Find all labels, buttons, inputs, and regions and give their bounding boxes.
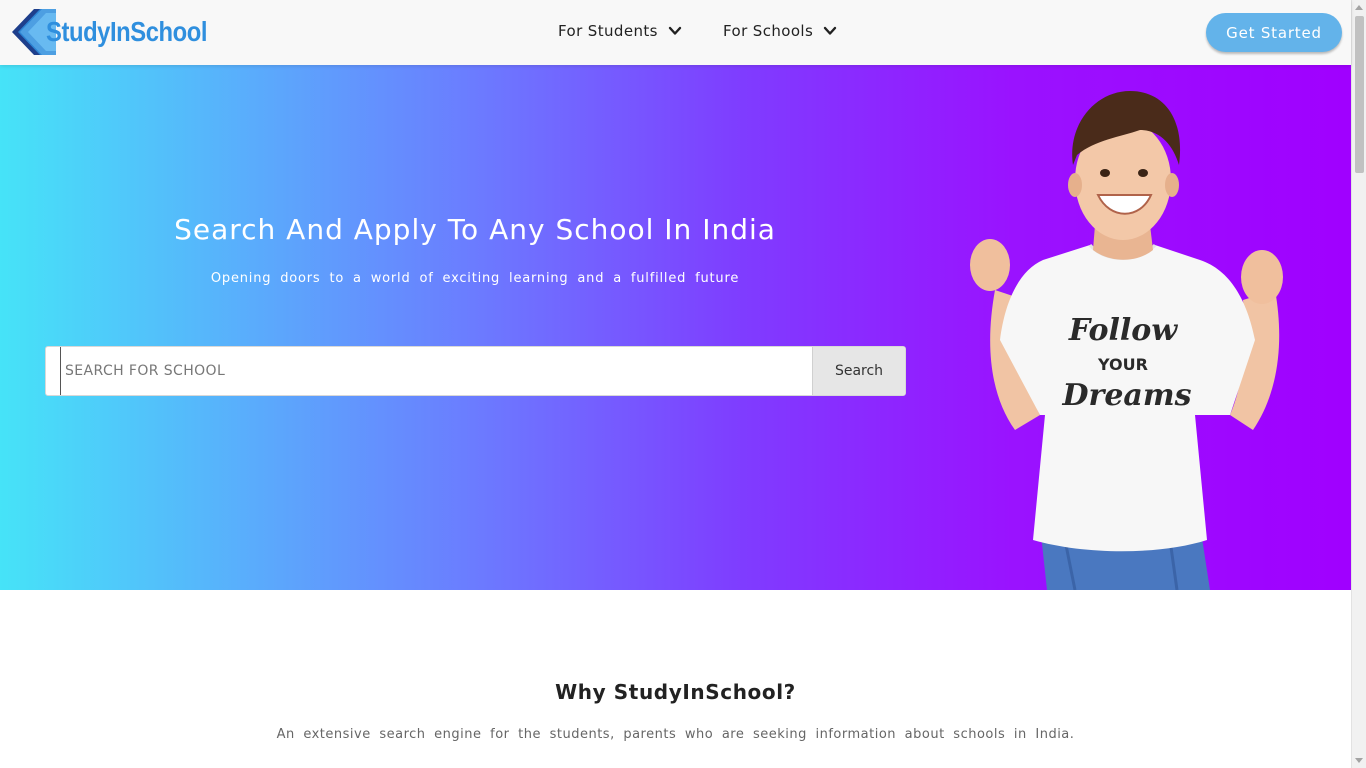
nav-for-students-label: For Students (558, 22, 658, 40)
why-section-title: Why StudyInSchool? (555, 680, 796, 704)
scroll-down-arrow-icon[interactable] (1355, 758, 1363, 763)
logo-text: StudyInSchool (46, 16, 208, 47)
search-button[interactable]: Search (812, 347, 905, 395)
school-search-bar: Search (45, 346, 906, 396)
boy-celebrating-icon: Follow YOUR Dreams (970, 91, 1283, 590)
hero-section: Search And Apply To Any School In India … (0, 65, 1351, 590)
school-search-input[interactable] (60, 347, 812, 395)
scroll-thumb[interactable] (1355, 16, 1364, 173)
scroll-up-arrow-icon[interactable] (1355, 5, 1363, 10)
shirt-text-follow: Follow (1068, 313, 1178, 348)
nav-for-schools-label: For Schools (723, 22, 814, 40)
shirt-text-your: YOUR (1097, 355, 1148, 374)
shirt-text-dreams: Dreams (1062, 378, 1192, 413)
hero-subtitle: Opening doors to a world of exciting lea… (210, 271, 740, 286)
why-section-text: An extensive search engine for the stude… (276, 727, 1075, 742)
site-header: StudyInSchool For Students For Schools G… (0, 0, 1351, 65)
nav-for-schools[interactable]: For Schools (723, 22, 837, 40)
page-scrollbar[interactable] (1351, 0, 1366, 768)
chevron-down-icon (824, 26, 837, 35)
get-started-button[interactable]: Get Started (1206, 13, 1342, 52)
logo[interactable]: StudyInSchool (10, 7, 236, 57)
chevron-down-icon (668, 26, 682, 35)
nav-for-students[interactable]: For Students (558, 22, 682, 40)
hero-title: Search And Apply To Any School In India (174, 213, 776, 246)
